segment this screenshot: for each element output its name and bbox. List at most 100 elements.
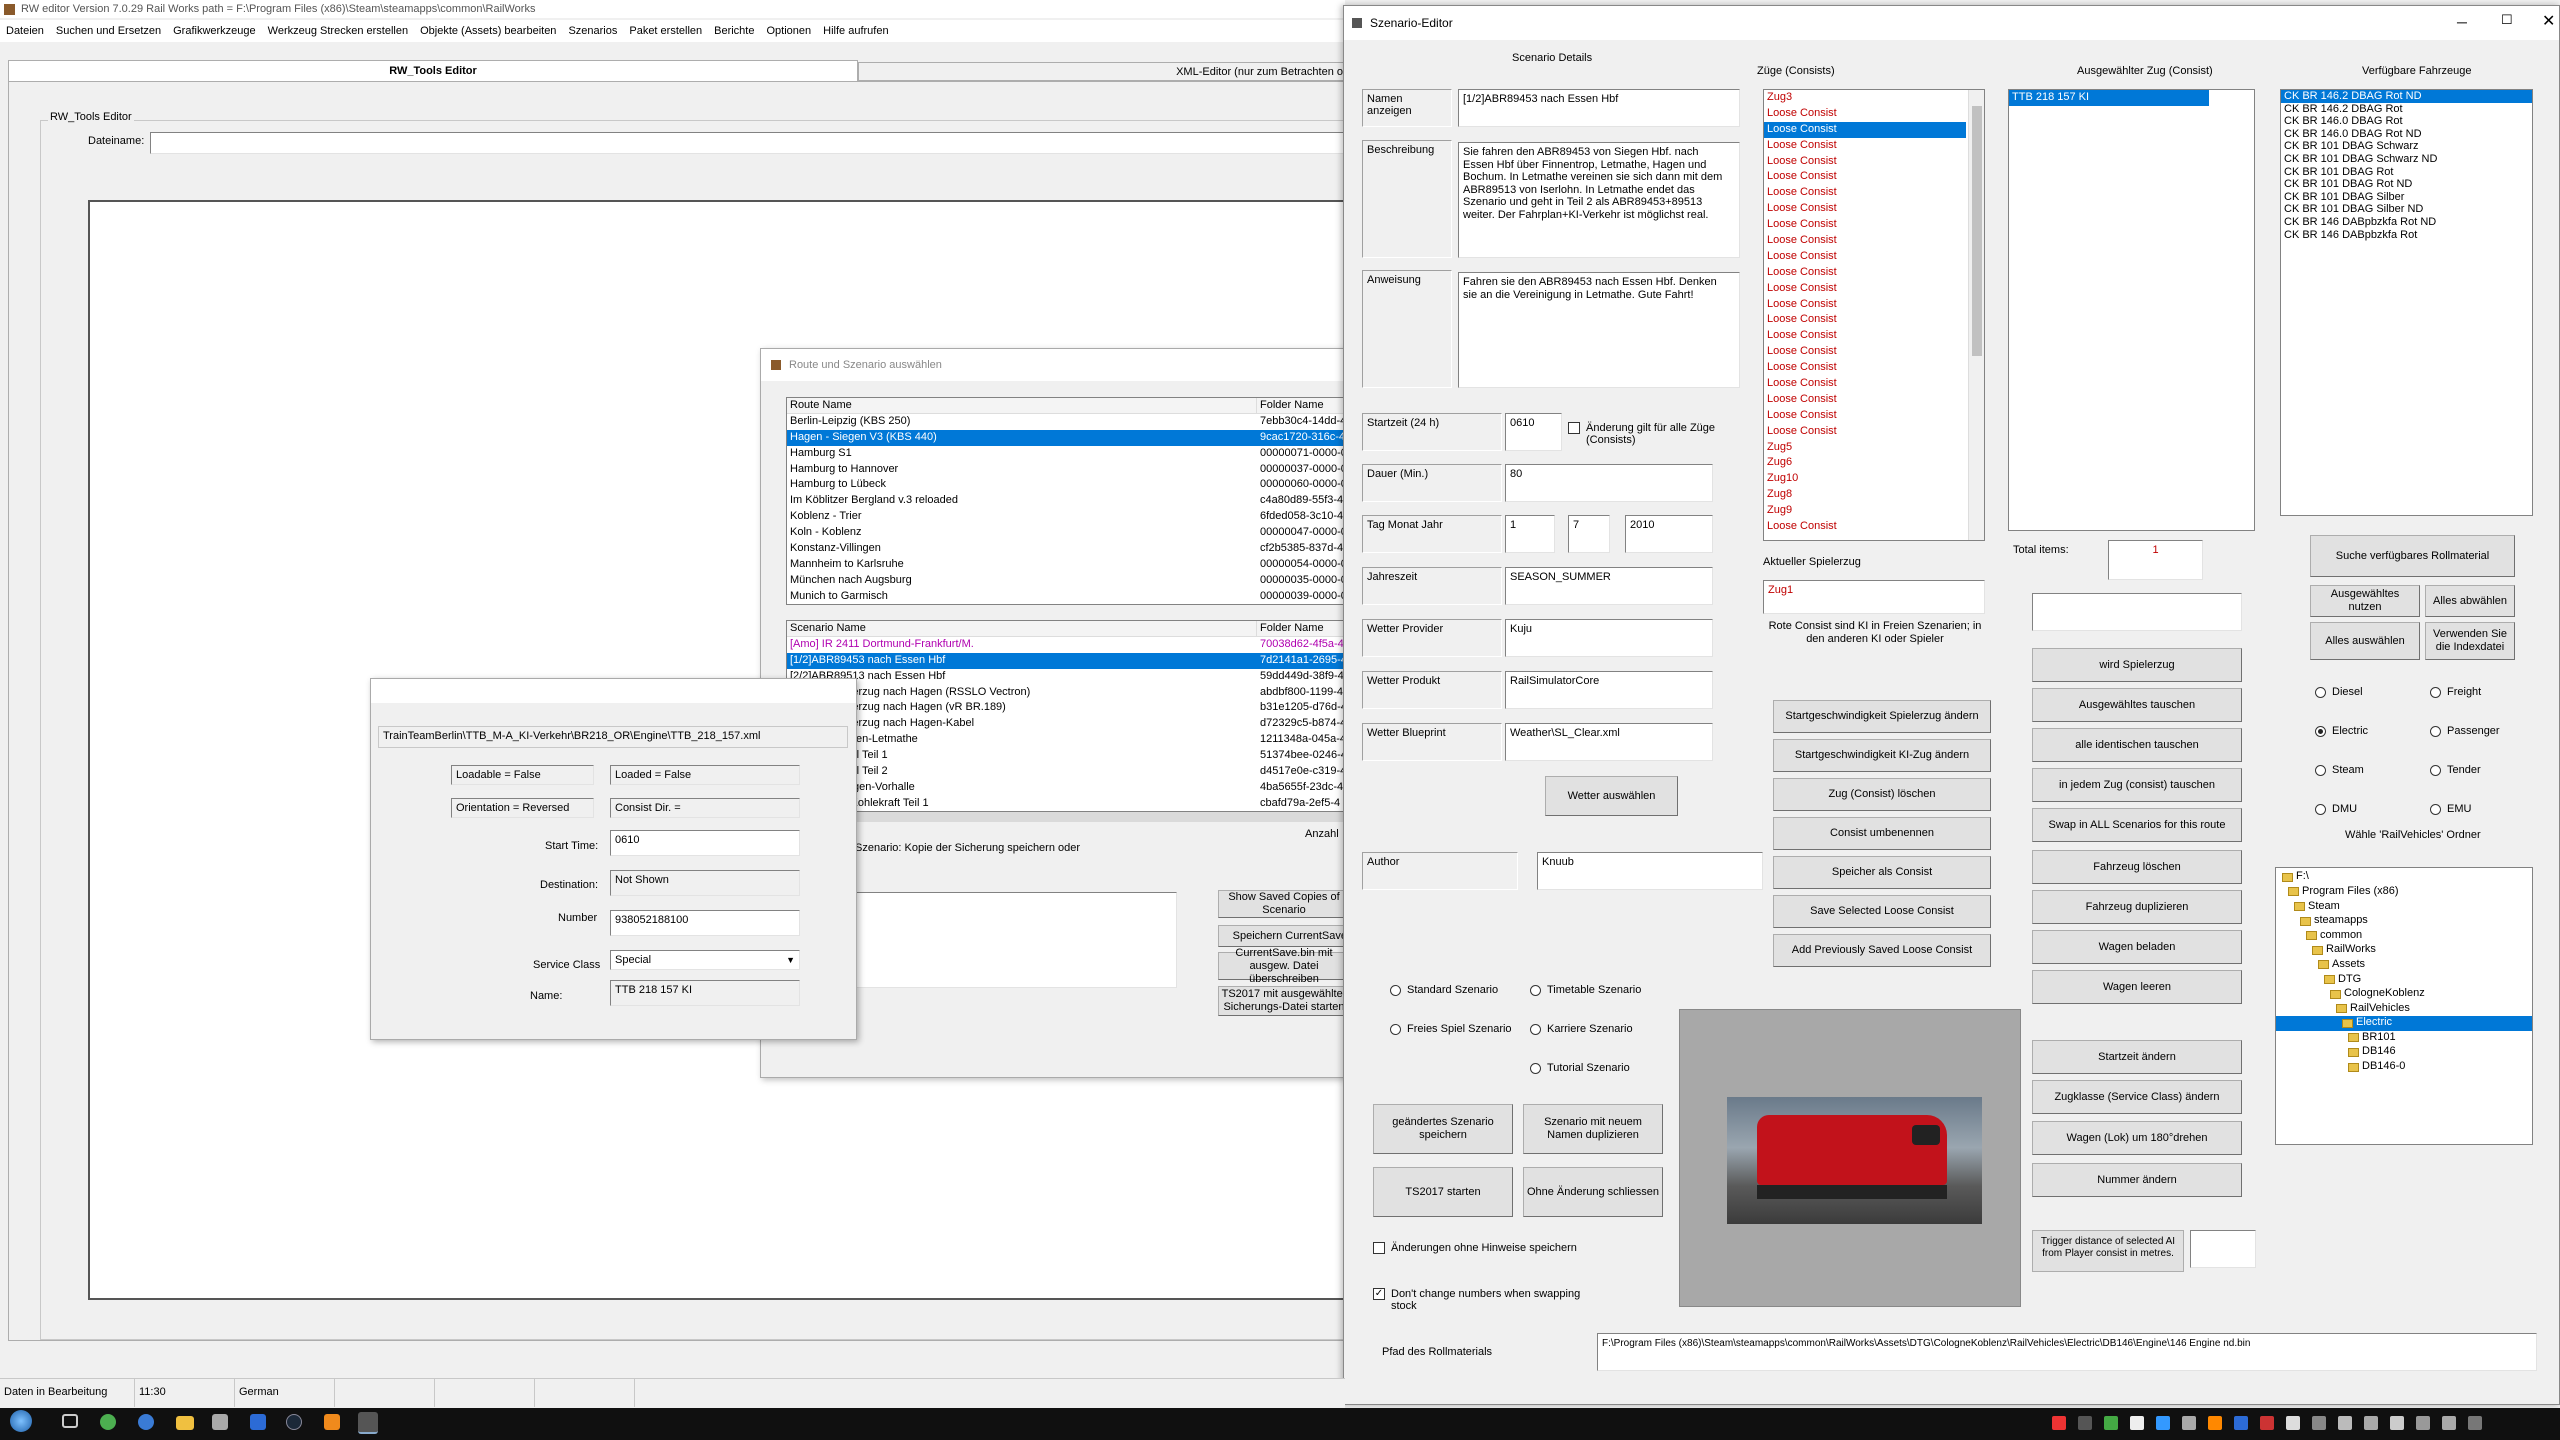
train-list-item[interactable]: Zug8 (1764, 487, 1966, 503)
number-input[interactable]: 938052188100 (610, 910, 800, 936)
consist-action-button[interactable]: Consist umbenennen (1773, 817, 1991, 850)
vehicle-action-button[interactable]: Swap in ALL Scenarios for this route (2032, 808, 2242, 842)
change-all-checkbox[interactable]: Änderung gilt für alle Züge (Consists) (1568, 422, 1718, 446)
vehicle-type-radio[interactable]: Electric (2315, 725, 2368, 737)
route-row[interactable]: Munich to Garmisch 00000039-0000-0 (787, 589, 1349, 604)
minimize-icon[interactable]: ─ (2457, 14, 2467, 30)
folder-tree-node[interactable]: BR101 (2276, 1031, 2532, 1046)
filename-input[interactable] (150, 132, 1350, 154)
scenario-row[interactable]: [2/2]ABR89513 nach Essen Hbf 59dd449d-38f… (787, 669, 1349, 685)
weather-provider-input[interactable]: Kuju (1505, 619, 1713, 657)
consist-action-button[interactable]: Speicher als Consist (1773, 856, 1991, 889)
vehicle-type-radio[interactable]: Diesel (2315, 686, 2363, 698)
vehicle-item[interactable]: CK BR 146.0 DBAG Rot ND (2281, 128, 2532, 141)
author-input[interactable]: Knuub (1537, 852, 1763, 890)
change-all-box[interactable] (1568, 422, 1580, 434)
scenario-row[interactable]: Leichte Gueterzug nach Hagen-Kabel d72329… (787, 716, 1349, 732)
folder-tree-node[interactable]: RailVehicles (2276, 1001, 2532, 1016)
train-list-item[interactable]: Zug9 (1764, 503, 1966, 519)
train-list-item[interactable]: Loose Consist (1764, 297, 1966, 313)
vehicle-item[interactable]: CK BR 146.2 DBAG Rot ND (2281, 90, 2532, 103)
rw-editor-task-icon[interactable] (358, 1412, 378, 1434)
season-input[interactable]: SEASON_SUMMER (1505, 567, 1713, 605)
folder-tree-node[interactable]: RailWorks (2276, 943, 2532, 958)
menu-item[interactable]: Dateien (6, 25, 44, 37)
consist-action-button[interactable]: Save Selected Loose Consist (1773, 895, 1991, 928)
radio-dot[interactable] (2315, 725, 2326, 737)
dont-change-numbers-checkbox[interactable]: ✓ Don't change numbers when swapping sto… (1373, 1288, 1593, 1312)
scenario-row[interactable]: Stop RE Siegen-Letmathe 1211348a-045a-4 (787, 732, 1349, 748)
a-app-icon[interactable] (250, 1414, 266, 1430)
scenario-folder-header[interactable]: Folder Name (1257, 621, 1324, 636)
vehicle-item[interactable]: CK BR 101 DBAG Schwarz (2281, 140, 2532, 153)
menu-item[interactable]: Paket erstellen (629, 25, 702, 37)
browser-icon[interactable] (138, 1414, 154, 1430)
scenario-row[interactable]: Leichte Gueterzug nach Hagen (RSSLO Vect… (787, 685, 1349, 701)
vehicle-action-button[interactable]: in jedem Zug (consist) tauschen (2032, 768, 2242, 802)
trains-scrollbar[interactable] (1968, 90, 1984, 540)
tray-icon[interactable] (2130, 1416, 2144, 1430)
vehicle-item[interactable]: CK BR 101 DBAG Schwarz ND (2281, 153, 2532, 166)
route-row[interactable]: Koblenz - Trier 6fded058-3c10-4 (787, 509, 1349, 525)
scenario-row[interactable]: Nach Kreuztal Teil 2 d4517e0e-c319-4 (787, 764, 1349, 780)
folder-tree-node[interactable]: DB146-0 (2276, 1060, 2532, 1075)
menu-item[interactable]: Szenarios (568, 25, 617, 37)
tray-icon[interactable] (2364, 1416, 2378, 1430)
vehicle-item[interactable]: CK BR 146.0 DBAG Rot (2281, 115, 2532, 128)
vehicle-type-radio[interactable]: Passenger (2430, 725, 2500, 737)
folder-name-header[interactable]: Folder Name (1257, 398, 1324, 413)
vehicle-search-button[interactable]: Suche verfügbares Rollmaterial (2310, 535, 2515, 577)
consist-action-button[interactable]: Startgeschwindigkeit Spielerzug ändern (1773, 700, 1991, 733)
train-list-item[interactable]: Loose Consist (1764, 106, 1966, 122)
train-list-item[interactable]: Loose Consist (1764, 424, 1966, 440)
saved-copies-box[interactable] (855, 892, 1177, 988)
folder-tree-node[interactable]: Assets (2276, 958, 2532, 973)
vehicle-action-button[interactable]: Fahrzeug löschen (2032, 850, 2242, 884)
scenario-save-button[interactable]: geändertes Szenario speichern (1373, 1104, 1513, 1154)
vehicle-action-button[interactable]: Nummer ändern (2032, 1163, 2242, 1197)
show-saved-copies-button[interactable]: Show Saved Copies of Scenario (1218, 890, 1350, 918)
start-time-input[interactable]: 0610 (610, 830, 800, 856)
radio-dot[interactable] (1530, 984, 1541, 996)
save-current-button[interactable]: Speichern CurrentSave (1218, 925, 1350, 947)
task-view-icon[interactable] (62, 1414, 78, 1428)
train-list-item[interactable]: Loose Consist (1764, 376, 1966, 392)
train-list-item[interactable]: Zug10 (1764, 471, 1966, 487)
radio-dot[interactable] (2315, 764, 2326, 776)
scenario-save-button[interactable]: Szenario mit neuem Namen duplizieren (1523, 1104, 1663, 1154)
train-list-item[interactable]: Loose Consist (1764, 519, 1966, 535)
consist-action-button[interactable]: Startgeschwindigkeit KI-Zug ändern (1773, 739, 1991, 772)
train-list-item[interactable]: Loose Consist (1764, 233, 1966, 249)
close-icon[interactable]: ✕ (2542, 11, 2555, 31)
scenario-list[interactable]: Scenario Name Folder Name [Amo] IR 2411 Do… (786, 620, 1350, 812)
trigger-distance-input[interactable] (2190, 1230, 2256, 1268)
radio-dot[interactable] (1390, 1023, 1401, 1035)
vehicles-list[interactable]: CK BR 146.2 DBAG Rot ND CK BR 146.2 DBAG … (2280, 89, 2533, 516)
radio-dot[interactable] (2315, 686, 2326, 698)
tray-icon[interactable] (2078, 1416, 2092, 1430)
train-list-item[interactable]: Loose Consist (1764, 217, 1966, 233)
vehicle-type-radio[interactable]: DMU (2315, 803, 2357, 815)
vehicle-action-button[interactable]: Wagen beladen (2032, 930, 2242, 964)
ai-app-icon[interactable] (324, 1414, 340, 1430)
selected-train-list[interactable]: TTB 218 157 KI (2008, 89, 2255, 531)
weather-blueprint-input[interactable]: Weather\SL_Clear.xml (1505, 723, 1713, 761)
scenario-row[interactable]: [Amo] IR 2411 Dortmund-Frankfurt/M. 70038… (787, 637, 1349, 653)
vehicle-search-button[interactable]: Alles auswählen (2310, 622, 2420, 660)
tray-icon[interactable] (2286, 1416, 2300, 1430)
menu-item[interactable]: Berichte (714, 25, 754, 37)
train-list-item[interactable]: Loose Consist (1764, 154, 1966, 170)
folder-tree-node[interactable]: common (2276, 928, 2532, 943)
route-row[interactable]: Mannheim to Karlsruhe 00000054-0000-0 (787, 557, 1349, 573)
vehicle-item[interactable]: CK BR 101 DBAG Rot (2281, 166, 2532, 179)
vehicle-type-radio[interactable]: Freight (2430, 686, 2481, 698)
folder-tree-node[interactable]: steamapps (2276, 914, 2532, 929)
explorer-icon[interactable] (176, 1416, 194, 1430)
radio-dot[interactable] (2430, 803, 2441, 815)
radio-dot[interactable] (1390, 984, 1401, 996)
menu-item[interactable]: Suchen und Ersetzen (56, 25, 161, 37)
route-row[interactable]: Im Köblitzer Bergland v.3 reloaded c4a80d… (787, 493, 1349, 509)
tray-icon[interactable] (2104, 1416, 2118, 1430)
start-button-icon[interactable] (10, 1410, 32, 1432)
selected-vehicle-item[interactable]: TTB 218 157 KI (2009, 90, 2209, 106)
